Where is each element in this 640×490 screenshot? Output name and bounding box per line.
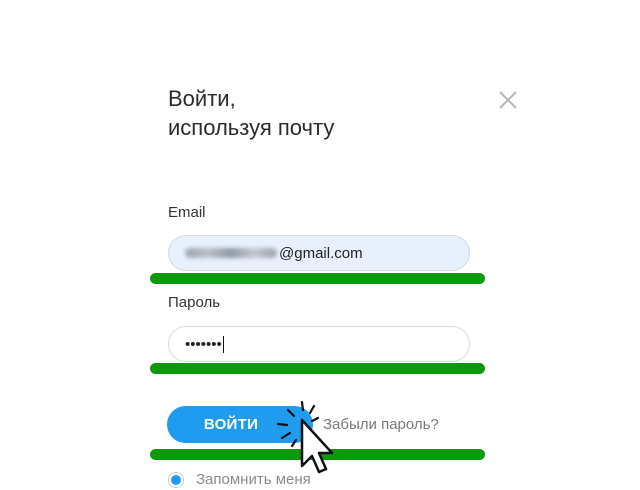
password-label: Пароль — [168, 294, 221, 311]
title-line-1: Войти, — [168, 86, 236, 111]
email-label: Email — [168, 204, 206, 221]
highlight-bar-email — [150, 273, 485, 284]
text-caret — [222, 335, 224, 353]
radio-checked-icon[interactable] — [168, 471, 184, 488]
email-field[interactable]: @gmail.com — [168, 235, 470, 271]
title-line-2: используя почту — [168, 115, 335, 140]
password-value: ••••••• — [185, 335, 222, 353]
close-icon[interactable] — [497, 89, 519, 111]
mouse-cursor-icon — [272, 400, 342, 480]
login-dialog: Войти, используя почту Email @gmail.com … — [0, 0, 640, 490]
highlight-bar-password — [150, 363, 485, 374]
email-value: @gmail.com — [279, 244, 363, 262]
redacted-username — [185, 248, 277, 258]
dialog-title: Войти, используя почту — [168, 84, 334, 142]
password-field[interactable]: ••••••• — [168, 326, 470, 362]
